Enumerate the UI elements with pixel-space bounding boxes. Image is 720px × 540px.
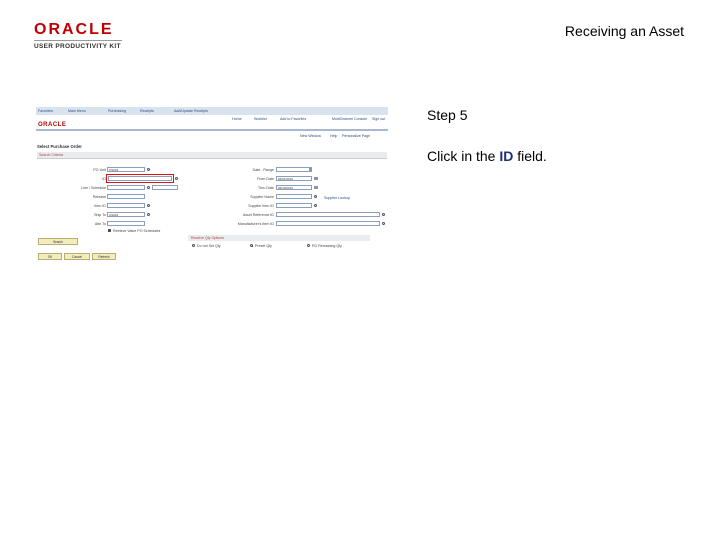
header-rule — [36, 129, 388, 131]
radio-label-po-remaining: PO Remaining Qty — [312, 244, 342, 248]
search-button[interactable]: Search — [38, 238, 78, 245]
header-links: Home Worklist Add to Favorites MultiChan… — [36, 116, 388, 124]
manufacturer-item-label: Manufacturer's Item ID — [237, 222, 274, 226]
retrieve-po-checkbox[interactable] — [108, 229, 111, 232]
release-input[interactable] — [107, 194, 145, 199]
id-label: ID — [102, 177, 106, 181]
manufacturer-item-input[interactable] — [276, 221, 380, 226]
date-range-label: Date - Range — [252, 168, 274, 172]
supplier-item-id-label: Supplier Item ID — [248, 204, 274, 208]
ship-to-label: Ship To — [94, 213, 106, 217]
page-title: Select Purchase Order — [37, 144, 82, 149]
attn-to-label: Attn To — [94, 222, 106, 226]
radio-po-remaining-qty[interactable] — [307, 244, 311, 248]
page-links: New Window Help Personalize Page — [36, 133, 388, 141]
group-title: Receive Qty Options — [191, 235, 224, 240]
search-criteria-header: Search Criteria — [37, 152, 387, 159]
supplier-name-lookup-icon[interactable] — [314, 195, 317, 198]
line-schedule-label: Line / Schedule — [81, 186, 106, 190]
po-unit-input[interactable]: US001 — [107, 167, 145, 172]
nav-add-update-receipts[interactable]: Add/Update Receipts — [174, 109, 208, 113]
radio-label-preset: Preset Qty — [255, 244, 272, 248]
instruction-field-name: ID — [499, 148, 514, 164]
thru-date-label: Thru Date — [258, 186, 274, 190]
nav-favorites[interactable]: Favorites — [38, 109, 53, 113]
line-lookup-icon[interactable] — [147, 186, 150, 189]
ship-to-lookup-icon[interactable] — [147, 213, 150, 216]
id-lookup-icon[interactable] — [175, 177, 178, 180]
ship-to-input[interactable]: US001 — [107, 212, 145, 217]
refresh-button[interactable]: Refresh — [92, 253, 116, 260]
step-label: Step 5 — [427, 107, 468, 123]
item-id-label: Item ID — [94, 204, 106, 208]
link-worklist[interactable]: Worklist — [254, 117, 267, 121]
link-sign-out[interactable]: Sign out — [372, 117, 385, 121]
supplier-name-input[interactable] — [276, 194, 312, 199]
link-multichannel[interactable]: MultiChannel Console — [332, 117, 367, 121]
upk-logo-text: USER PRODUCTIVITY KIT — [34, 43, 121, 50]
asset-reference-input[interactable] — [276, 212, 380, 217]
date-range-dropdown-icon[interactable] — [309, 167, 312, 171]
manufacturer-item-lookup-icon[interactable] — [382, 222, 385, 225]
link-add-favorites[interactable]: Add to Favorites — [280, 117, 306, 121]
step-instruction: Click in the ID field. — [427, 148, 547, 164]
breadcrumb-nav: Favorites Main Menu Purchasing Receipts … — [36, 107, 388, 115]
retrieve-po-label: Retrieve Value PO Schedules — [113, 229, 161, 233]
nav-main-menu[interactable]: Main Menu — [68, 109, 86, 113]
from-date-label: From Date — [257, 177, 274, 181]
po-unit-lookup-icon[interactable] — [147, 168, 150, 171]
supplier-item-id-input[interactable] — [276, 203, 312, 208]
link-new-window[interactable]: New Window — [300, 134, 321, 138]
ok-button[interactable]: OK — [38, 253, 62, 260]
oracle-logo-text: ORACLE — [34, 21, 114, 38]
link-help[interactable]: Help — [330, 134, 337, 138]
link-personalize[interactable]: Personalize Page — [342, 134, 370, 138]
instruction-suffix: field. — [513, 148, 547, 164]
app-brand-logo: ORACLE — [38, 122, 67, 128]
thru-date-input[interactable]: 06/30/2010 — [276, 185, 312, 190]
radio-do-not-set-qty[interactable] — [192, 244, 196, 248]
supplier-lookup-link[interactable]: Supplier Lookup — [324, 196, 350, 200]
item-lookup-icon[interactable] — [147, 204, 150, 207]
from-date-calendar-icon[interactable] — [314, 176, 318, 180]
release-label: Release — [92, 195, 106, 199]
date-range-select[interactable] — [276, 167, 312, 172]
po-unit-label: PO Unit — [93, 168, 106, 172]
nav-receipts[interactable]: Receipts — [140, 109, 154, 113]
section-title: Search Criteria — [39, 152, 63, 157]
supplier-name-label: Supplier Name — [250, 195, 274, 199]
schedule-input[interactable] — [152, 185, 178, 190]
document-title: Receiving an Asset — [564, 23, 684, 39]
receive-qty-options-header: Receive Qty Options — [188, 235, 370, 241]
app-screenshot: Favorites Main Menu Purchasing Receipts … — [36, 107, 388, 265]
asset-reference-label: Asset Reference ID — [242, 213, 274, 217]
logo-divider — [34, 40, 122, 41]
thru-date-calendar-icon[interactable] — [314, 185, 318, 189]
from-date-input[interactable]: 06/01/2010 — [276, 176, 312, 181]
asset-reference-lookup-icon[interactable] — [382, 213, 385, 216]
cancel-button[interactable]: Cancel — [64, 253, 90, 260]
link-home[interactable]: Home — [232, 117, 242, 121]
line-schedule-input[interactable] — [107, 185, 145, 190]
item-id-input[interactable] — [107, 203, 145, 208]
instruction-prefix: Click in the — [427, 148, 500, 164]
nav-purchasing[interactable]: Purchasing — [108, 109, 126, 113]
oracle-upk-logo: ORACLE USER PRODUCTIVITY KIT — [34, 22, 126, 50]
id-field-highlight — [106, 174, 174, 183]
supplier-item-lookup-icon[interactable] — [314, 204, 317, 207]
attn-to-input[interactable] — [107, 221, 145, 226]
radio-label-do-not-set: Do not Set Qty — [197, 244, 221, 248]
radio-preset-qty[interactable] — [250, 244, 254, 248]
